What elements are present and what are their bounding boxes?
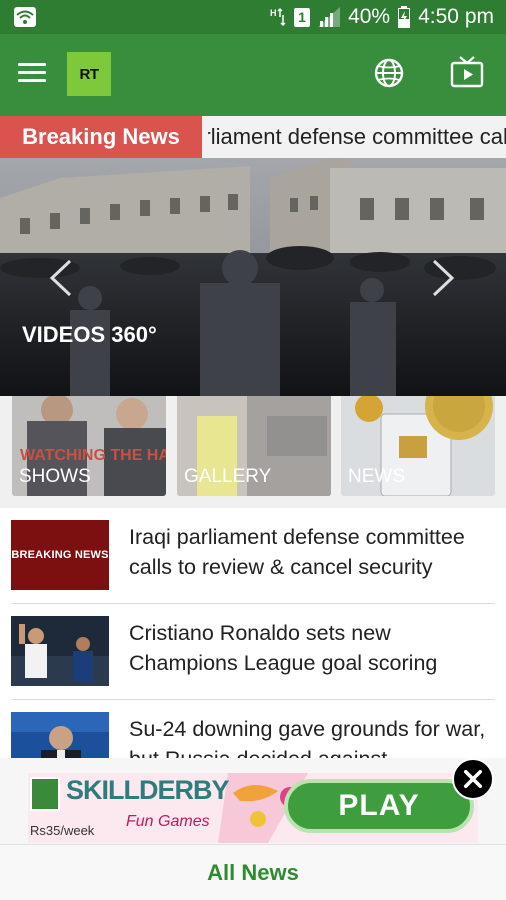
tile-gallery[interactable]: GALLERY	[177, 396, 331, 496]
breaking-news-thumb-text: BREAKING NEWS	[11, 520, 109, 590]
tile-label: SHOWS	[19, 466, 91, 487]
carousel-prev-icon[interactable]	[46, 258, 76, 298]
ticker-text-container: Iraqi parliament defense committee calls…	[208, 116, 506, 158]
sim-icon: 1	[294, 7, 311, 27]
app-bar: RT	[0, 34, 506, 116]
tile-shows[interactable]: WATCHING THE HAWKS SHOWS	[12, 396, 166, 496]
tile-label: NEWS	[348, 466, 405, 487]
ronaldo-image	[11, 616, 109, 686]
status-bar: H 1 40% 4:50 pm	[0, 0, 506, 34]
breaking-news-ticker[interactable]: Breaking News Iraqi parliament defense c…	[0, 116, 506, 158]
all-news-button[interactable]: All News	[0, 844, 506, 900]
ad-price: Rs35/week	[30, 823, 95, 838]
ad-banner[interactable]: SKILLDERBY Fun Games Rs35/week PLAY	[28, 773, 478, 843]
hero-carousel[interactable]: VIDEOS 360°	[0, 158, 506, 396]
ticker-label: Breaking News	[0, 116, 202, 158]
wifi-icon	[14, 7, 36, 27]
svg-text:H: H	[270, 8, 277, 18]
news-thumbnail	[11, 616, 109, 686]
menu-icon[interactable]	[18, 61, 48, 85]
rt-logo[interactable]: RT	[67, 52, 111, 96]
all-news-label: All News	[207, 860, 299, 885]
clock: 4:50 pm	[418, 5, 494, 28]
hero-title: VIDEOS 360°	[22, 322, 157, 347]
ad-play-button[interactable]: PLAY	[284, 779, 474, 833]
news-item[interactable]: Cristiano Ronaldo sets new Champions Lea…	[0, 604, 506, 699]
logo-text: RT	[79, 65, 100, 83]
ticker-text: Iraqi parliament defense committee calls…	[208, 124, 506, 149]
battery-percent: 40%	[348, 5, 391, 28]
globe-icon[interactable]	[372, 56, 406, 90]
ad-brand: SKILLDERBY	[66, 775, 230, 805]
data-arrows-icon: H	[270, 7, 286, 27]
category-tiles: WATCHING THE HAWKS SHOWS GALLERY NEWS	[0, 396, 506, 508]
tile-news[interactable]: NEWS	[341, 396, 495, 496]
tv-icon[interactable]	[449, 54, 485, 90]
news-item[interactable]: BREAKING NEWS Iraqi parliament defense c…	[0, 508, 506, 603]
news-thumbnail: BREAKING NEWS	[11, 520, 109, 590]
battery-icon	[398, 6, 411, 28]
close-icon[interactable]	[452, 758, 494, 800]
ad-container: SKILLDERBY Fun Games Rs35/week PLAY	[0, 758, 506, 844]
signal-icon	[318, 7, 341, 27]
carousel-next-icon[interactable]	[428, 258, 458, 298]
ad-logo-icon	[30, 777, 60, 811]
news-title: Iraqi parliament defense committee calls…	[129, 525, 465, 579]
ad-subtitle: Fun Games	[126, 813, 210, 830]
news-title: Cristiano Ronaldo sets new Champions Lea…	[129, 621, 438, 675]
tile-label: GALLERY	[184, 466, 272, 487]
